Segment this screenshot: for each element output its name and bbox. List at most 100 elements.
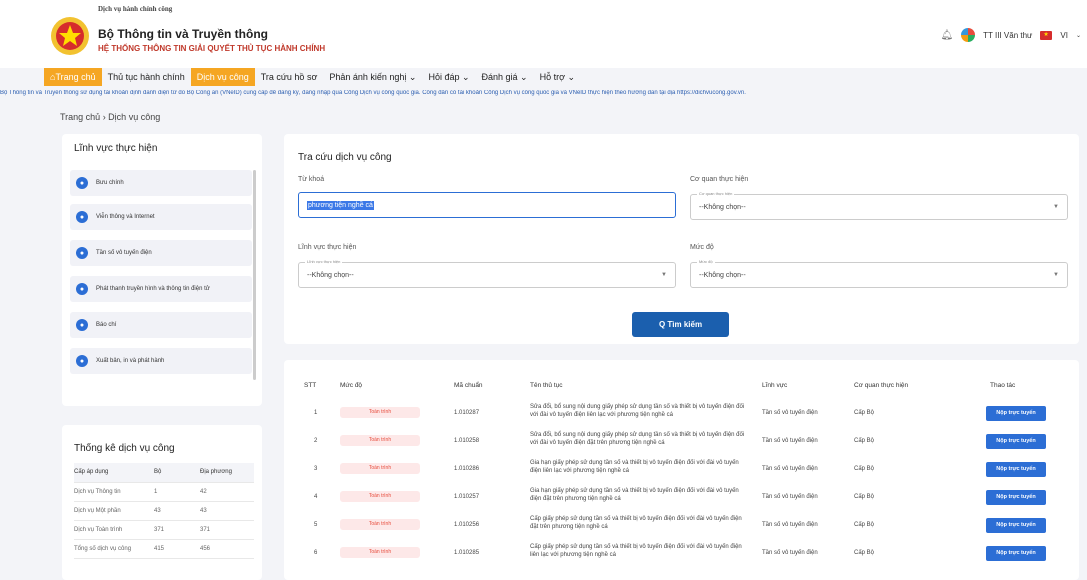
procedure-agency: Cấp Bộ — [854, 522, 875, 528]
nav-item[interactable]: Thủ tục hành chính — [102, 68, 191, 86]
scrollbar[interactable] — [253, 170, 256, 380]
chevron-down-icon[interactable]: ⌄ — [1076, 32, 1081, 39]
submit-online-button[interactable]: Nộp trực tuyến — [986, 518, 1046, 533]
agency-select[interactable]: Cơ quan thực hiện --Không chọn-- ▼ — [690, 191, 1068, 220]
row-number: 1 — [314, 410, 318, 416]
category-icon: ● — [76, 177, 88, 189]
user-name[interactable]: TT III Văn thư — [983, 31, 1032, 40]
stats-row: Tổng số dịch vụ công 415 456 — [74, 539, 254, 559]
stats-cell: Tổng số dịch vụ công — [74, 539, 154, 559]
search-button[interactable]: Q Tìm kiếm — [632, 312, 729, 337]
submit-online-button[interactable]: Nộp trực tuyến — [986, 406, 1046, 421]
stats-cell: 43 — [200, 501, 254, 521]
stats-cell: Cấp áp dụng — [74, 463, 154, 483]
row-number: 6 — [314, 550, 318, 556]
column-header: Lĩnh vực — [762, 382, 788, 389]
procedure-field: Tần số vô tuyến điện — [762, 410, 818, 416]
results-card: STT Mức độ Mã chuẩn Tên thủ tục Lĩnh vực Cơ q… — [284, 360, 1079, 580]
category-icon: ● — [76, 211, 88, 223]
procedure-code: 1.010286 — [454, 466, 480, 472]
level-value: --Không chọn-- — [699, 271, 746, 279]
table-row: 1 Toàn trình 1.010287 Sửa đổi, bổ sung nội … — [284, 400, 1079, 426]
stats-table: Cấp áp dụng Bộ Địa phương Dịch vụ Thông tin… — [74, 463, 254, 559]
main-nav: ⌂ Trang chủ Thủ tục hành chính Dịch vụ côn… — [44, 68, 581, 86]
procedure-name[interactable]: Gia hạn giấy phép sử dụng tần số và thiế… — [530, 487, 750, 503]
column-header: Mức độ — [340, 382, 363, 389]
nav-item[interactable]: Tra cứu hồ sơ — [255, 68, 324, 86]
stats-cell: Dịch vụ Một phần — [74, 501, 154, 521]
field-value: --Không chọn-- — [307, 271, 354, 279]
keyword-input[interactable]: phương tiện nghề cá — [298, 192, 676, 218]
field-select[interactable]: Lĩnh vực thực hiện --Không chọn-- ▼ — [298, 259, 676, 288]
nav-item[interactable]: ⌂ Trang chủ — [44, 68, 102, 86]
procedure-agency: Cấp Bộ — [854, 550, 875, 556]
agency-label: Cơ quan thực hiện — [690, 176, 749, 183]
national-emblem-icon[interactable] — [50, 16, 90, 56]
language-label[interactable]: VI — [1060, 31, 1068, 40]
procedure-agency: Cấp Bộ — [854, 466, 875, 472]
level-badge: Toàn trình — [340, 547, 420, 558]
field-category-item[interactable]: ● Tần số vô tuyến điện — [70, 240, 252, 266]
stats-cell: 1 — [154, 482, 200, 502]
keyword-label: Từ khoá — [298, 176, 325, 183]
procedure-name[interactable]: Cấp giấy phép sử dụng tần số và thiết bị… — [530, 515, 750, 531]
nav-item[interactable]: Đánh giá ⌄ — [476, 68, 534, 86]
procedure-agency: Cấp Bộ — [854, 410, 875, 416]
stats-cell: 42 — [200, 482, 254, 502]
procedure-code: 1.010287 — [454, 410, 480, 416]
procedure-field: Tần số vô tuyến điện — [762, 438, 818, 444]
field-label: Lĩnh vực thực hiện — [298, 244, 357, 251]
procedure-field: Tần số vô tuyến điện — [762, 522, 818, 528]
stats-cell: Dịch vụ Toàn trình — [74, 520, 154, 540]
submit-online-button[interactable]: Nộp trực tuyến — [986, 462, 1046, 477]
stats-card: Thống kê dịch vụ công Cấp áp dụng Bộ Địa p… — [62, 425, 262, 580]
level-badge: Toàn trình — [340, 463, 420, 474]
field-floating-label: Lĩnh vực thực hiện — [305, 259, 343, 264]
nav-item[interactable]: Hỏi đáp ⌄ — [422, 68, 475, 86]
category-label: Viễn thông và Internet — [96, 214, 155, 220]
nav-item[interactable]: Phản ánh kiến nghị ⌄ — [323, 68, 422, 86]
column-header: Mã chuẩn — [454, 382, 483, 389]
field-category-item[interactable]: ● Viễn thông và Internet — [70, 204, 252, 230]
submit-online-button[interactable]: Nộp trực tuyến — [986, 490, 1046, 505]
vietnam-flag-icon[interactable] — [1040, 30, 1053, 40]
level-floating-label: Mức độ — [697, 259, 715, 264]
field-category-item[interactable]: ● Bưu chính — [70, 170, 252, 196]
stats-cell: 456 — [200, 539, 254, 559]
submit-online-button[interactable]: Nộp trực tuyến — [986, 434, 1046, 449]
level-badge: Toàn trình — [340, 435, 420, 446]
row-number: 2 — [314, 438, 318, 444]
procedure-name[interactable]: Cấp giấy phép sử dụng tần số và thiết bị… — [530, 543, 750, 559]
category-icon: ● — [76, 319, 88, 331]
procedure-code: 1.010257 — [454, 494, 480, 500]
field-category-item[interactable]: ● Phát thanh truyền hình và thông tin điệ… — [70, 276, 252, 302]
breadcrumb[interactable]: Trang chủ › Dịch vụ công — [60, 112, 160, 122]
category-label: Bưu chính — [96, 180, 124, 186]
nav-item[interactable]: Dịch vụ công — [190, 68, 255, 86]
brand-small: Dịch vụ hành chính công — [98, 5, 173, 13]
fields-card: Lĩnh vực thực hiện ● Bưu chính ● Viễn thông… — [62, 134, 262, 406]
column-header: Cơ quan thực hiện — [854, 382, 909, 389]
fields-card-title: Lĩnh vực thực hiện — [74, 143, 158, 154]
table-row: 2 Toàn trình 1.010258 Sửa đổi, bổ sung nội … — [284, 428, 1079, 454]
level-select[interactable]: Mức độ --Không chọn-- ▼ — [690, 259, 1068, 288]
header-right: 🔔︎ TT III Văn thư VI ⌄ — [940, 28, 1081, 42]
field-category-item[interactable]: ● Báo chí — [70, 312, 252, 338]
category-label: Xuất bản, in và phát hành — [96, 358, 165, 364]
bell-icon[interactable]: 🔔︎ — [940, 30, 953, 41]
procedure-name[interactable]: Sửa đổi, bổ sung nội dung giấy phép sử d… — [530, 431, 750, 447]
caret-down-icon: ▼ — [1053, 204, 1059, 210]
submit-online-button[interactable]: Nộp trực tuyến — [986, 546, 1046, 561]
table-row: 4 Toàn trình 1.010257 Gia hạn giấy phép sử … — [284, 484, 1079, 510]
brand-title[interactable]: Bộ Thông tin và Truyền thông — [98, 27, 268, 41]
procedure-name[interactable]: Sửa đổi, bổ sung nội dung giấy phép sử d… — [530, 403, 750, 419]
category-icon: ● — [76, 355, 88, 367]
procedure-field: Tần số vô tuyến điện — [762, 466, 818, 472]
category-label: Phát thanh truyền hình và thông tin điện… — [96, 286, 210, 292]
field-category-item[interactable]: ● Xuất bản, in và phát hành — [70, 348, 252, 374]
stats-row: Dịch vụ Thông tin 1 42 — [74, 482, 254, 502]
row-number: 3 — [314, 466, 318, 472]
nav-item[interactable]: Hỗ trợ ⌄ — [534, 68, 581, 86]
avatar[interactable] — [961, 28, 976, 42]
procedure-name[interactable]: Gia hạn giấy phép sử dụng tần số và thiế… — [530, 459, 750, 475]
